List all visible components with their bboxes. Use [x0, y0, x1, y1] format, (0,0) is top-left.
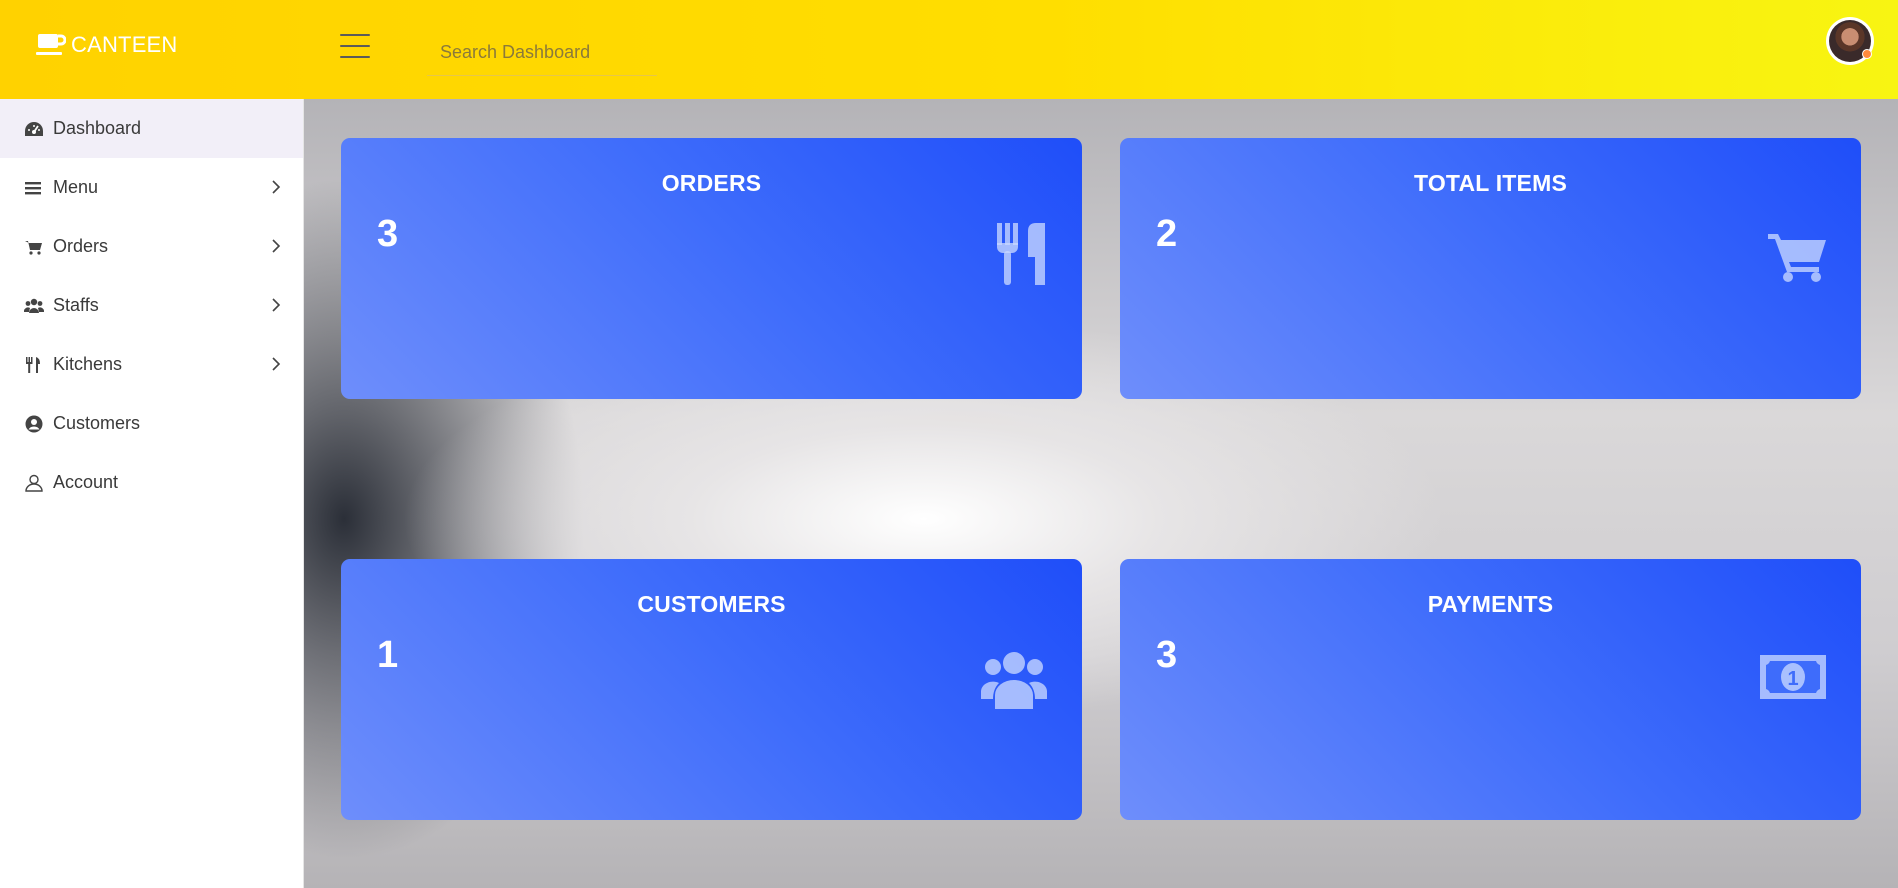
total-items-card[interactable]: TOTAL ITEMS 2 — [1120, 138, 1861, 399]
sidebar-item-label: Menu — [53, 177, 99, 197]
sidebar-item-orders[interactable]: Orders — [0, 217, 303, 276]
card-title: PAYMENTS — [1427, 591, 1554, 617]
card-title: ORDERS — [661, 170, 762, 196]
money-bill-icon: 1 — [1760, 655, 1826, 699]
cart-icon — [1768, 234, 1826, 282]
sidebar-item-account[interactable]: Account — [0, 453, 303, 512]
payments-card[interactable]: PAYMENTS 3 1 — [1120, 559, 1861, 820]
sidebar-item-label: Staffs — [53, 295, 99, 315]
top-header: CANTEEN — [0, 0, 1898, 99]
card-value: 3 — [1156, 634, 1178, 676]
card-title: CUSTOMERS — [637, 591, 786, 617]
sidebar: Dashboard Menu Orders Staffs Kitchens Cu… — [0, 99, 304, 888]
brand-name: CANTEEN — [71, 32, 178, 57]
sidebar-item-label: Customers — [53, 413, 141, 433]
utensils-icon — [24, 355, 46, 375]
orders-card[interactable]: ORDERS 3 — [341, 138, 1082, 399]
svg-text:1: 1 — [1787, 668, 1798, 690]
sidebar-item-label: Orders — [53, 236, 109, 256]
chevron-right-icon — [272, 357, 281, 371]
cup-icon — [36, 34, 66, 55]
hamburger-icon[interactable] — [340, 34, 370, 60]
dashboard-main: ORDERS 3 TOTAL ITEMS 2 CUSTOMERS 1 PAYME… — [304, 99, 1898, 888]
sidebar-item-menu[interactable]: Menu — [0, 158, 303, 217]
tachometer-icon — [24, 119, 46, 139]
chevron-right-icon — [272, 298, 281, 312]
card-title: TOTAL ITEMS — [1414, 170, 1567, 196]
utensils-icon — [997, 223, 1045, 285]
users-icon — [981, 652, 1047, 709]
chevron-right-icon — [272, 180, 281, 194]
status-dot — [1862, 49, 1872, 59]
users-icon — [24, 296, 46, 316]
sidebar-item-kitchens[interactable]: Kitchens — [0, 335, 303, 394]
sidebar-item-label: Account — [53, 472, 119, 492]
sidebar-item-label: Dashboard — [53, 118, 142, 138]
sidebar-item-label: Kitchens — [53, 354, 123, 374]
card-value: 2 — [1156, 213, 1178, 255]
search-input[interactable] — [427, 30, 657, 76]
card-value: 1 — [377, 634, 399, 676]
user-circle-icon — [24, 414, 46, 434]
chevron-right-icon — [272, 239, 281, 253]
sidebar-item-customers[interactable]: Customers — [0, 394, 303, 453]
sidebar-item-staffs[interactable]: Staffs — [0, 276, 303, 335]
sidebar-item-dashboard[interactable]: Dashboard — [0, 99, 303, 158]
user-outline-icon — [24, 473, 46, 493]
brand[interactable]: CANTEEN — [36, 32, 178, 58]
bars-icon — [24, 178, 46, 198]
user-avatar[interactable] — [1826, 17, 1874, 65]
cart-icon — [24, 237, 46, 257]
customers-card[interactable]: CUSTOMERS 1 — [341, 559, 1082, 820]
card-value: 3 — [377, 213, 399, 255]
